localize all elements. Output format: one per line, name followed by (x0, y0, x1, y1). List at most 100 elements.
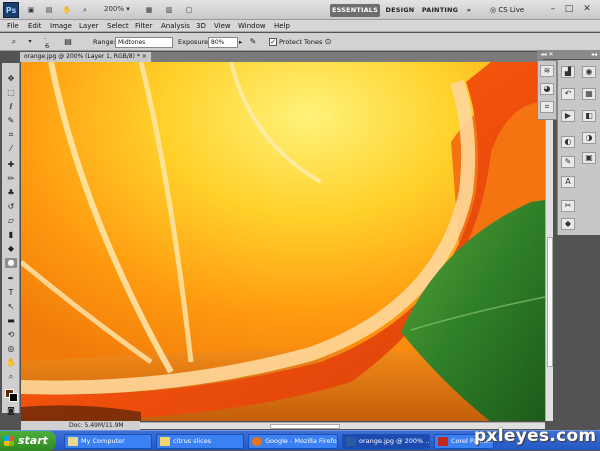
mini-bridge-icon[interactable]: ▤ (42, 3, 56, 17)
adjustments-panel-icon[interactable]: ◐ (561, 136, 575, 148)
menu-filter[interactable]: Filter (135, 20, 152, 32)
masks-panel-icon[interactable]: ◑ (582, 132, 596, 144)
taskbar-item-citrus-slices[interactable]: citrus slices (156, 434, 244, 449)
tablet-pressure-icon[interactable]: ⊙ (322, 37, 334, 47)
view-extras-icon[interactable]: ▦ (142, 3, 156, 17)
history-brush-tool-icon[interactable]: ↺ (5, 202, 17, 212)
document-canvas[interactable] (21, 62, 545, 421)
taskbar-item-my-computer[interactable]: My Computer (64, 434, 152, 449)
brush-panel-icon[interactable]: ▤ (62, 37, 74, 47)
gradient-tool-icon[interactable]: ▮ (5, 230, 17, 240)
screen-mode-icon[interactable]: ▢ (182, 3, 196, 17)
menu-view[interactable]: View (214, 20, 231, 32)
eraser-tool-icon[interactable]: ▱ (5, 216, 17, 226)
menu-file[interactable]: File (7, 20, 19, 32)
exposure-slider-icon[interactable]: ▸ (239, 37, 242, 47)
exposure-label: Exposure: (178, 38, 211, 46)
start-label: start (18, 434, 48, 447)
paths-panel-icon[interactable]: ⌗ (540, 101, 554, 113)
protect-tones-checkbox[interactable]: ✓ (269, 38, 277, 46)
sponge-tool-preset-icon[interactable]: ⌕ (8, 37, 20, 47)
photoshop-icon (346, 437, 356, 446)
3d-rotate-tool-icon[interactable]: ⟲ (5, 330, 17, 340)
pen-tool-icon[interactable]: ✒ (5, 274, 17, 284)
bridge-icon[interactable]: ▣ (24, 3, 38, 17)
background-color-swatch[interactable] (9, 393, 18, 402)
document-tab-bar: orange.jpg @ 200% (Layer 1, RGB/8) * × (20, 52, 543, 62)
quick-mask-icon[interactable]: ◙ (5, 406, 17, 416)
document-size-info[interactable]: Doc: 5.49M/11.9M (69, 422, 124, 429)
document-tab[interactable]: orange.jpg @ 200% (Layer 1, RGB/8) * × (20, 52, 151, 62)
zoom-tool-icon[interactable]: ⌕ (5, 372, 17, 382)
panel-dock-header[interactable]: ◂◂ (557, 50, 600, 59)
clone-source-panel-icon[interactable]: ▣ (582, 152, 596, 164)
healing-brush-tool-icon[interactable]: ✚ (5, 160, 17, 170)
move-tool-icon[interactable]: ✥ (5, 74, 17, 84)
blur-tool-icon[interactable]: ◆ (5, 244, 17, 254)
taskbar-item-firefox[interactable]: Google - Mozilla Firefox (248, 434, 338, 449)
range-select[interactable]: Midtones (115, 37, 173, 48)
restore-button[interactable]: □ (562, 3, 576, 16)
hand-icon[interactable]: ✋ (60, 3, 74, 17)
workspace-essentials-button[interactable]: ESSENTIALS (330, 4, 380, 17)
start-button[interactable]: start (0, 431, 56, 451)
menu-window[interactable]: Window (238, 20, 266, 32)
zoom-view-icon[interactable]: ⌕ (78, 3, 92, 17)
more-workspaces-button[interactable]: » (462, 4, 476, 17)
close-tab-icon[interactable]: × (142, 53, 147, 60)
sponge-tool-icon[interactable]: ● (5, 258, 17, 268)
lasso-tool-icon[interactable]: ℓ (5, 102, 17, 112)
exposure-input[interactable]: 80% (208, 37, 238, 48)
3d-panel-icon[interactable]: ◆ (561, 218, 575, 230)
3d-orbit-tool-icon[interactable]: ◎ (5, 344, 17, 354)
eyedropper-tool-icon[interactable]: ⁄ (5, 144, 17, 154)
taskbar-item-photoshop[interactable]: orange.jpg @ 200% ... (342, 434, 430, 449)
document-tab-label: orange.jpg @ 200% (Layer 1, RGB/8) * (24, 53, 140, 60)
history-panel-icon[interactable]: ↶ (561, 88, 575, 100)
zoom-level-value: 200% (104, 5, 125, 13)
color-panel-icon[interactable]: ◉ (582, 66, 596, 78)
swatches-panel-icon[interactable]: ▦ (582, 88, 596, 100)
brush-size-value[interactable]: 6 (45, 41, 49, 51)
shape-tool-icon[interactable]: ▬ (5, 316, 17, 326)
preset-dropdown-icon[interactable]: ▾ (24, 37, 36, 47)
histogram-panel-icon[interactable]: ▟ (561, 66, 575, 78)
workspace-painting-button[interactable]: PAINTING (420, 4, 460, 17)
menu-layer[interactable]: Layer (79, 20, 99, 32)
collapsed-panel-strip: ≋ ◕ ⌗ (537, 60, 557, 120)
close-button[interactable]: ✕ (580, 3, 594, 16)
status-bar: Doc: 5.49M/11.9M (21, 421, 140, 430)
type-tool-icon[interactable]: T (5, 288, 17, 298)
marquee-tool-icon[interactable]: ⬚ (5, 88, 17, 98)
brushes-panel-icon[interactable]: ✎ (561, 156, 575, 168)
channels-panel-icon[interactable]: ◕ (540, 83, 554, 95)
minimize-button[interactable]: – (546, 3, 560, 16)
menu-help[interactable]: Help (274, 20, 290, 32)
actions-panel-icon[interactable]: ▶ (561, 110, 575, 122)
menu-select[interactable]: Select (107, 20, 129, 32)
hand-tool-icon[interactable]: ✋ (5, 358, 17, 368)
horizontal-scroll-thumb[interactable] (270, 424, 340, 429)
brush-tool-icon[interactable]: ✏ (5, 174, 17, 184)
arrange-documents-icon[interactable]: ▥ (162, 3, 176, 17)
styles-panel-icon[interactable]: ◧ (582, 110, 596, 122)
quick-selection-tool-icon[interactable]: ✎ (5, 116, 17, 126)
menu-3d[interactable]: 3D (196, 20, 206, 32)
path-selection-tool-icon[interactable]: ↖ (5, 302, 17, 312)
workspace-design-button[interactable]: DESIGN (384, 4, 416, 17)
character-panel-icon[interactable]: A (561, 176, 575, 188)
collapsed-panel-header[interactable]: ◂◂ ✕ (537, 50, 557, 59)
airbrush-icon[interactable]: ✎ (247, 37, 259, 47)
menu-edit[interactable]: Edit (28, 20, 42, 32)
clone-stamp-tool-icon[interactable]: ♣ (5, 188, 17, 198)
layers-panel-icon[interactable]: ≋ (540, 65, 554, 77)
cs-live-button[interactable]: ◎ CS Live (490, 4, 530, 17)
menu-image[interactable]: Image (50, 20, 72, 32)
tool-presets-panel-icon[interactable]: ✂ (561, 200, 575, 212)
site-watermark: pxleyes.com (474, 426, 597, 446)
menu-analysis[interactable]: Analysis (161, 20, 190, 32)
crop-tool-icon[interactable]: ⌗ (5, 130, 17, 140)
zoom-level-select[interactable]: 200% ▾ (104, 3, 136, 16)
vertical-scroll-thumb[interactable] (547, 237, 553, 367)
range-label: Range: (93, 38, 116, 46)
